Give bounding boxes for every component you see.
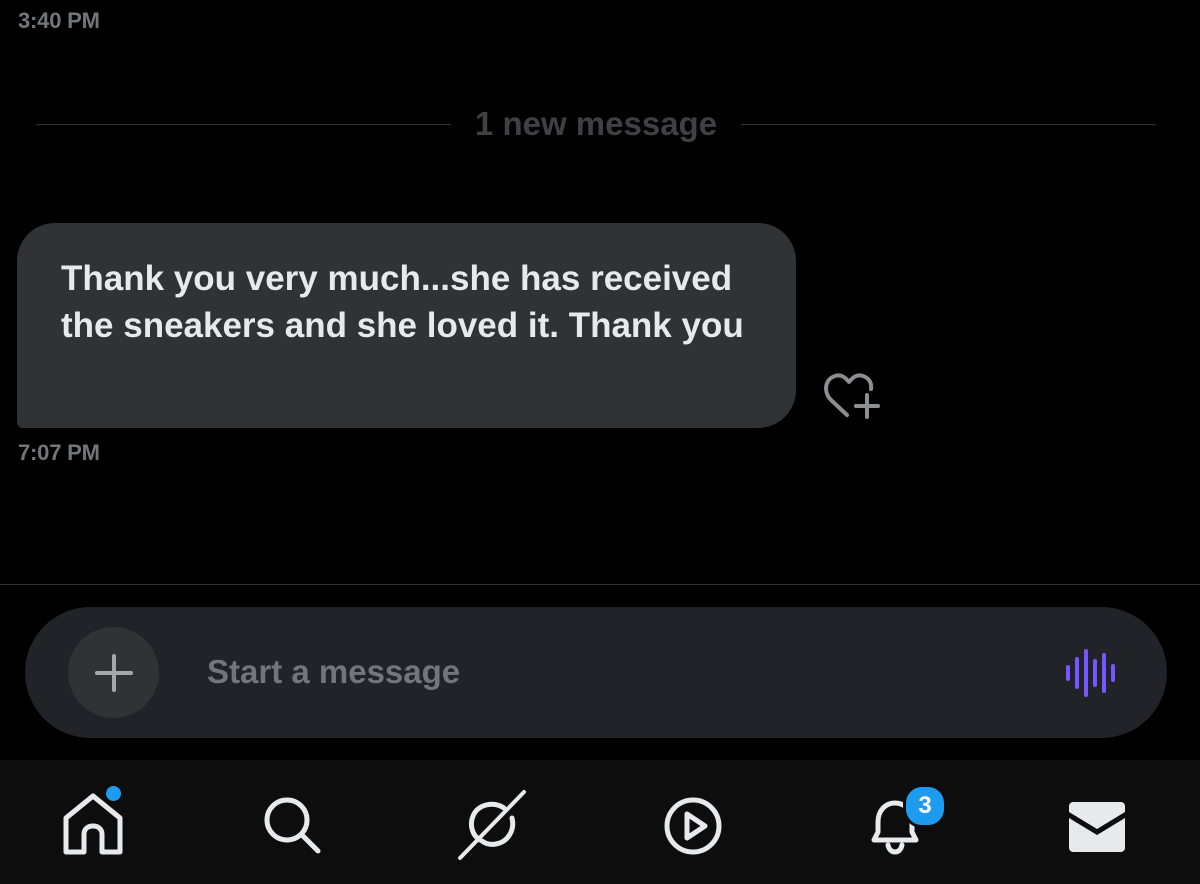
message-input[interactable] [207,640,1027,704]
add-reaction-button[interactable] [822,370,882,422]
notifications-count-badge: 3 [903,784,947,828]
voice-waveform-icon [1066,649,1115,697]
message-text: Thank you very much...she has received t… [61,259,744,345]
composer-separator [0,584,1200,585]
received-message-bubble[interactable]: Thank you very much...she has received t… [17,223,796,428]
home-new-content-dot [104,784,123,803]
search-icon [264,797,321,854]
tab-search[interactable] [258,788,328,858]
heart-plus-icon [824,373,880,419]
divider-line-right [741,123,1157,125]
tab-notifications[interactable]: 3 [860,784,947,858]
message-timestamp: 7:07 PM [18,440,100,465]
dm-conversation-screen: 3:40 PM 1 new message Thank you very muc… [0,0,1200,884]
new-messages-label: 1 new message [474,105,718,142]
plus-icon [95,654,133,692]
tab-messages[interactable] [1062,788,1132,858]
earlier-message-timestamp: 3:40 PM [18,8,100,33]
divider-line-left [36,123,451,125]
voice-message-button[interactable] [1065,647,1117,699]
tab-grok[interactable] [456,788,526,860]
add-media-button[interactable] [68,627,159,718]
message-composer [25,607,1167,738]
play-circle-icon [664,797,722,855]
bottom-tab-bar: 3 [0,760,1200,884]
envelope-icon [1069,802,1125,852]
tab-home[interactable] [58,784,128,858]
new-messages-divider: 1 new message [36,100,1157,148]
tab-video[interactable] [658,788,728,858]
grok-icon [458,790,526,860]
